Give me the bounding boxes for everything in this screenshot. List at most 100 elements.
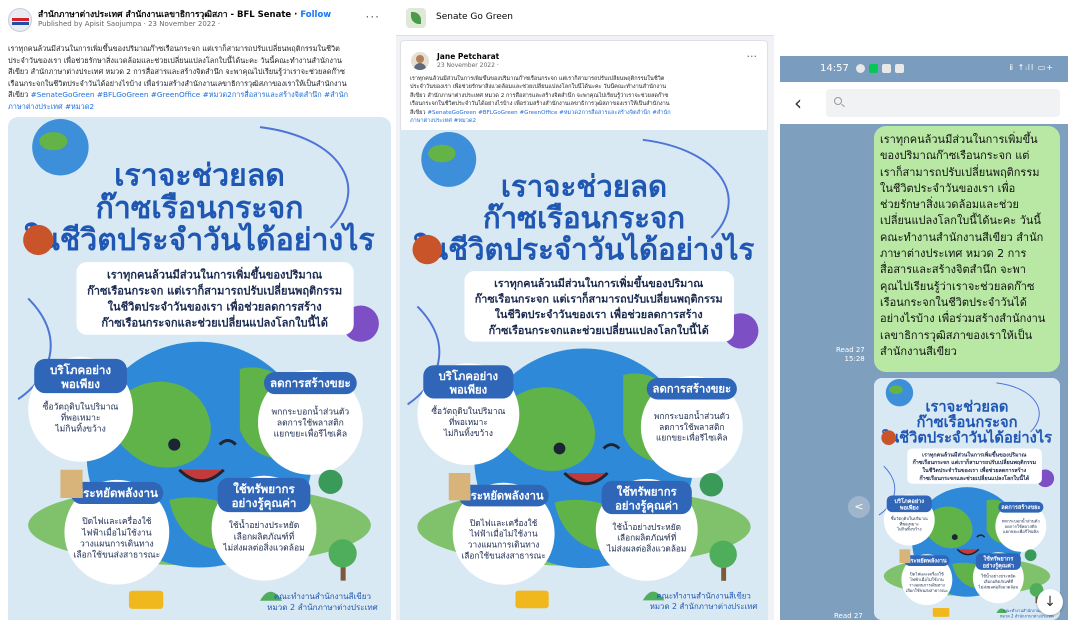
intro-line: ก๊าซเรือนกระจก แต่เราก็สามารถปรับเปลี่ยน… xyxy=(475,290,723,305)
hashtags-link[interactable]: ภาษาต่างประเทศ #หมวด2 xyxy=(8,101,386,113)
tip-card: ลดการสร้างขยะพกกระบอกน้ำส่วนตัวลดการใช้พ… xyxy=(257,369,363,475)
tip-title: พอเพียง xyxy=(61,377,100,391)
tip-card: บริโภคอย่างพอเพียงซื้อวัตถุดิบในปริมาณที… xyxy=(417,363,520,466)
credit-line: หมวด 2 สำนักภาษาต่างประเทศ xyxy=(267,603,379,612)
mars-character-icon xyxy=(23,224,54,256)
more-options-icon[interactable]: ··· xyxy=(747,50,758,63)
tip-card: ใช้ทรัพยากรอย่างรู้คุณค่าใช้น้ำอย่างประห… xyxy=(972,552,1024,604)
intro-line: ก๊าซเรือนกระจกและช่วยเปลี่ยนแปลงโลกใบนี้… xyxy=(489,322,709,337)
hashtags-link[interactable]: #SenateGoGreen #BFLGoGreen #GreenOffice … xyxy=(427,110,670,116)
hashtags-link[interactable]: #SenateGoGreen #BFLGoGreen #GreenOffice … xyxy=(31,90,348,99)
post-date: 23 November 2022 · xyxy=(437,62,499,69)
follow-button[interactable]: Follow xyxy=(300,10,331,20)
tip-desc: แยกขยะเพื่อรีไซเคิล xyxy=(656,432,728,443)
post-text-prefix: สีเขียว xyxy=(410,109,426,116)
tip-title: ประหยัดพลังงาน xyxy=(76,486,158,500)
tip-desc: ที่พอเหมาะ xyxy=(61,411,101,423)
bus-icon xyxy=(515,590,549,609)
tip-desc: ปิดไฟและเครื่องใช้ xyxy=(82,515,152,527)
chat-top-bar: ‹ xyxy=(780,82,1068,124)
tip-desc: ใช้น้ำอย่างประหยัด xyxy=(612,521,681,532)
intro-line: เราทุกคนล้วนมีส่วนในการเพิ่มขึ้นของปริมา… xyxy=(107,265,323,282)
tip-desc: ลดการใช้พลาสติก xyxy=(277,417,344,428)
poster-artwork: เราจะช่วยลดก๊าซเรือนกระจกในชีวิตประจำวัน… xyxy=(874,378,1060,620)
read-label: Read 27 xyxy=(836,346,865,354)
line-app-icon xyxy=(869,64,878,73)
clock: 14:57 xyxy=(820,63,849,74)
grocery-bag-icon xyxy=(899,549,911,564)
page-avatar[interactable] xyxy=(8,8,32,32)
recycle-icon xyxy=(699,473,724,497)
poster-artwork: เราจะช่วยลดก๊าซเรือนกระจกในชีวิตประจำวัน… xyxy=(400,130,768,620)
scroll-down-icon[interactable]: ↓ xyxy=(1037,589,1063,615)
tip-desc: วางแผนการเดินทาง xyxy=(80,539,154,549)
tip-desc: วางแผนการเดินทาง xyxy=(468,539,540,549)
post-text-line: เรือนกระจกในชีวิตประจำวันได้อย่างไรบ้าง … xyxy=(410,101,670,108)
message-line: เลขาธิการวุฒิสภาของเราให้เป็น xyxy=(880,328,1033,342)
mars-character-icon xyxy=(881,430,897,446)
mini-earth-land xyxy=(428,144,456,163)
earth-eye xyxy=(951,534,958,541)
mars-character-icon xyxy=(412,234,442,265)
signal-battery-icons: ⅱ ↑ᵢll ▭+ xyxy=(1009,63,1054,72)
search-input[interactable] xyxy=(826,89,1060,117)
post-text-line: ประจำวันของเรา เพื่อช่วยรักษาสิ่งแวดล้อม… xyxy=(8,55,343,65)
more-options-icon[interactable]: ··· xyxy=(366,10,380,24)
tip-desc: ไม่กินทิ้งขว้าง xyxy=(896,526,922,532)
message-line: คณะทำงานสำนักงานสีเขียว สำนัก xyxy=(880,230,1044,244)
tip-desc: วางแผนการเดินทาง xyxy=(909,583,945,588)
poster-title-line: ก๊าซเรือนกระจก xyxy=(483,201,685,235)
earth-eye xyxy=(553,442,566,455)
tree-icon xyxy=(328,539,357,568)
back-arrow-icon[interactable]: ‹ xyxy=(794,91,802,115)
chat-poster-image[interactable]: เราจะช่วยลด ก๊าซเรือนกระจก ในชีวิตประจำวัน… xyxy=(874,378,1060,620)
group-name[interactable]: Senate Go Green xyxy=(436,12,513,22)
message-line: ในชีวิตประจำวันของเรา เพื่อ xyxy=(880,181,1016,195)
message-line: เปลี่ยนแปลงโลกใบนี้ได้นะคะ วันนี้ xyxy=(880,214,1041,228)
tip-title: ลดการสร้างขยะ xyxy=(653,383,732,396)
post-text-line: สีเขียว #SenateGoGreen #BFLGoGreen #Gree… xyxy=(410,109,762,117)
message-line: อย่างไรบ้าง เพื่อร่วมสร้างสำนักงาน xyxy=(880,312,1046,326)
separator-dot: · xyxy=(294,10,298,20)
message-line: สื่อสารและสร้างจิตสำนึก จะพา xyxy=(880,263,1026,277)
hashtags-link[interactable]: ภาษาต่างประเทศ #หมวด2 xyxy=(410,117,762,125)
poster-title-line: เราจะช่วยลด xyxy=(114,159,285,194)
tip-desc: ไฟฟ้าเมื่อไม่ใช้งาน xyxy=(909,576,944,582)
leaf-icon[interactable] xyxy=(406,8,426,28)
read-time: 15:28 xyxy=(844,355,865,363)
group-post: Senate Go Green Jane Petcharat 23 Novemb… xyxy=(396,0,774,620)
message-bubble[interactable]: เราทุกคนล้วนมีส่วนในการเพิ่มขึ้น ของปริม… xyxy=(874,126,1060,372)
tip-desc: ที่พอเหมาะ xyxy=(899,521,919,526)
tip-desc: เลือกใช้ขนส่งสาธารณะ xyxy=(906,587,948,593)
author-name[interactable]: Jane Petcharat xyxy=(437,52,499,61)
post-text-line: เราทุกคนล้วนมีส่วนในการเพิ่มขึ้นของปริมา… xyxy=(8,44,340,53)
post-text-line: ประจำวันของเรา เพื่อช่วยรักษาสิ่งแวดล้อม… xyxy=(410,84,667,91)
post-text-prefix: สีเขียว xyxy=(8,90,29,99)
poster-title-line: ก๊าซเรือนกระจก xyxy=(917,413,1018,431)
message-line: ภาษาต่างประเทศ หมวด 2 การ xyxy=(880,247,1027,261)
tip-title: ลดการสร้างขยะ xyxy=(270,376,351,390)
tip-desc: แยกขยะเพื่อรีไซเคิล xyxy=(274,428,347,440)
tip-desc: ไฟฟ้าเมื่อไม่ใช้งาน xyxy=(81,526,152,538)
tip-desc: เลือกใช้ขนส่งสาธารณะ xyxy=(74,549,161,560)
tip-card: บริโภคอย่างพอเพียงซื้อวัตถุดิบในปริมาณที… xyxy=(28,356,133,462)
tip-title: อย่างรู้คุณค่า xyxy=(615,499,678,513)
poster-image[interactable]: เราจะช่วยลด ก๊าซเรือนกระจก ในชีวิตประจำวัน… xyxy=(400,130,768,620)
post-text: เราทุกคนล้วนมีส่วนในการเพิ่มขึ้นของปริมา… xyxy=(8,43,386,112)
share-icon[interactable]: < xyxy=(848,496,870,518)
tip-desc: พกกระบอกน้ำส่วนตัว xyxy=(654,410,730,421)
intro-line: เราทุกคนล้วนมีส่วนในการเพิ่มขึ้นของปริมา… xyxy=(494,275,703,291)
page-name-link[interactable]: สำนักภาษาต่างประเทศ สำนักงานเลขาธิการวุฒ… xyxy=(38,10,291,20)
intro-line: ก๊าซเรือนกระจก แต่เราก็สามารถปรับเปลี่ยน… xyxy=(87,282,342,297)
tip-card: ลดการสร้างขยะพกกระบอกน้ำส่วนตัวลดการใช้พ… xyxy=(995,500,1047,552)
message-line: เรือนกระจกในชีวิตประจำวันได้ xyxy=(880,295,1027,309)
credit-line: คณะทำงานสำนักงานสีเขียว xyxy=(656,591,750,600)
tip-title: พอเพียง xyxy=(450,384,488,397)
tip-card: ใช้ทรัพยากรอย่างรู้คุณค่าใช้น้ำอย่างประห… xyxy=(211,475,317,581)
author-avatar[interactable] xyxy=(411,52,429,70)
poster-image[interactable]: เราจะช่วยลด ก๊าซเรือนกระจก ในชีวิตประจำวัน… xyxy=(8,117,391,620)
tip-desc: ปิดไฟและเครื่องใช้ xyxy=(469,517,537,528)
message-line: ช่วยรักษาสิ่งแวดล้อมและช่วย xyxy=(880,198,1020,212)
read-receipt: Read 27 15:28 xyxy=(836,346,865,364)
notification-icon xyxy=(856,64,865,73)
